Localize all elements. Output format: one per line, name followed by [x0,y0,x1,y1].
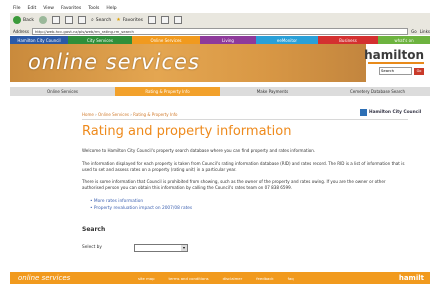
footer-link-site-map[interactable]: site map [138,276,155,281]
print-icon[interactable] [174,16,183,24]
footer-link-terms[interactable]: terms and conditions [169,276,209,281]
site-tab-2[interactable]: Online Services [132,36,200,44]
menu-favorites[interactable]: Favorites [61,6,81,11]
site-tab-4[interactable]: eeMonitor [256,36,318,44]
search-button[interactable]: ⌕ Search [91,17,111,23]
site-search-input[interactable]: Search [379,67,412,75]
menu-edit[interactable]: Edit [28,6,37,11]
menu-tools[interactable]: Tools [88,6,99,11]
back-button[interactable]: Back [13,16,34,24]
hamilton-logo[interactable]: hamilton [364,48,424,62]
address-label: Address [13,28,29,34]
browser-toolbar: Back ⌕ Search ★ Favorites [10,13,430,27]
footer-link-faq[interactable]: faq [288,276,294,281]
search-icon: ⌕ [90,17,94,23]
chevron-down-icon[interactable]: ▾ [181,245,187,251]
site-tab-5[interactable]: Business [318,36,378,44]
banner-title: online services [28,50,200,74]
breadcrumb: Home › Online Services › Rating & Proper… [82,112,178,117]
refresh-icon[interactable] [64,16,73,24]
nav-online-services[interactable]: Online Services [10,87,115,96]
site-search: Search Go [379,67,424,75]
footer-logo: hamilt [398,274,424,282]
stop-icon[interactable] [51,16,60,24]
breadcrumb-online-services[interactable]: Online Services [98,112,129,117]
link-revaluation-impact[interactable]: Property revaluation impact on 2007/08 r… [90,206,192,213]
history-icon[interactable] [148,16,157,24]
footer-links: site map terms and conditions disclaimer… [138,276,294,281]
site-tab-3[interactable]: Living [200,36,256,44]
select-by-label: Select by [82,245,102,250]
links-button[interactable]: Links [420,29,430,34]
footer-brand: online services [18,274,71,282]
banner: online services hamilton Search Go [10,44,430,82]
search-heading: Search [82,226,106,233]
mail-icon[interactable] [161,16,170,24]
menu-file[interactable]: File [13,6,21,11]
info-links: More rates information Property revaluat… [90,199,192,212]
page-title: Rating and property information [82,124,292,139]
divider [82,119,408,120]
go-button[interactable]: Go [411,29,417,34]
menu-help[interactable]: Help [106,6,116,11]
home-icon[interactable] [77,16,86,24]
intro-paragraph: Welcome to Hamilton City Council's prope… [82,148,316,153]
select-by-dropdown[interactable]: ▾ [134,244,188,252]
site-tabs: Hamilton City Council City Services Online… [10,36,430,44]
section-nav: Online Services Rating & Property Info M… [10,87,430,96]
address-bar: Address http://web.hcc.govt.nz/pls/web/r… [10,27,430,35]
back-arrow-icon [13,16,21,24]
breadcrumb-home[interactable]: Home [82,112,94,117]
star-icon: ★ [116,17,121,23]
footer-link-disclaimer[interactable]: disclaimer [223,276,243,281]
rid-paragraph: The information displayed for each prope… [82,161,405,172]
banner-logo-area: hamilton Search Go [364,44,430,82]
nav-make-payments[interactable]: Make Payments [220,87,325,96]
logo-underline [368,62,424,64]
address-input[interactable]: http://web.hcc.govt.nz/pls/web/rm_rating… [31,27,409,35]
footer-link-feedback[interactable]: feedback [256,276,273,281]
footer: online services site map terms and condi… [10,272,430,284]
site-tab-1[interactable]: City Services [68,36,132,44]
browser-menu-bar: File Edit View Favorites Tools Help [10,4,433,13]
menu-view[interactable]: View [43,6,54,11]
nav-rating-property-info[interactable]: Rating & Property Info [115,87,220,96]
site-tab-0[interactable]: Hamilton City Council [10,36,68,44]
hcc-logo: Hamilton City Council [360,109,421,116]
forward-button[interactable] [38,16,47,24]
privacy-paragraph: There is some information that Council i… [82,179,386,190]
nav-cemetery-search[interactable]: Cemetery Database Search [325,87,430,96]
hcc-logo-icon [360,109,367,116]
site-search-button[interactable]: Go [414,67,424,75]
breadcrumb-current: Rating & Property Info [133,112,178,117]
site-tab-6[interactable]: what's on [378,36,430,44]
favorites-button[interactable]: ★ Favorites [116,17,143,23]
